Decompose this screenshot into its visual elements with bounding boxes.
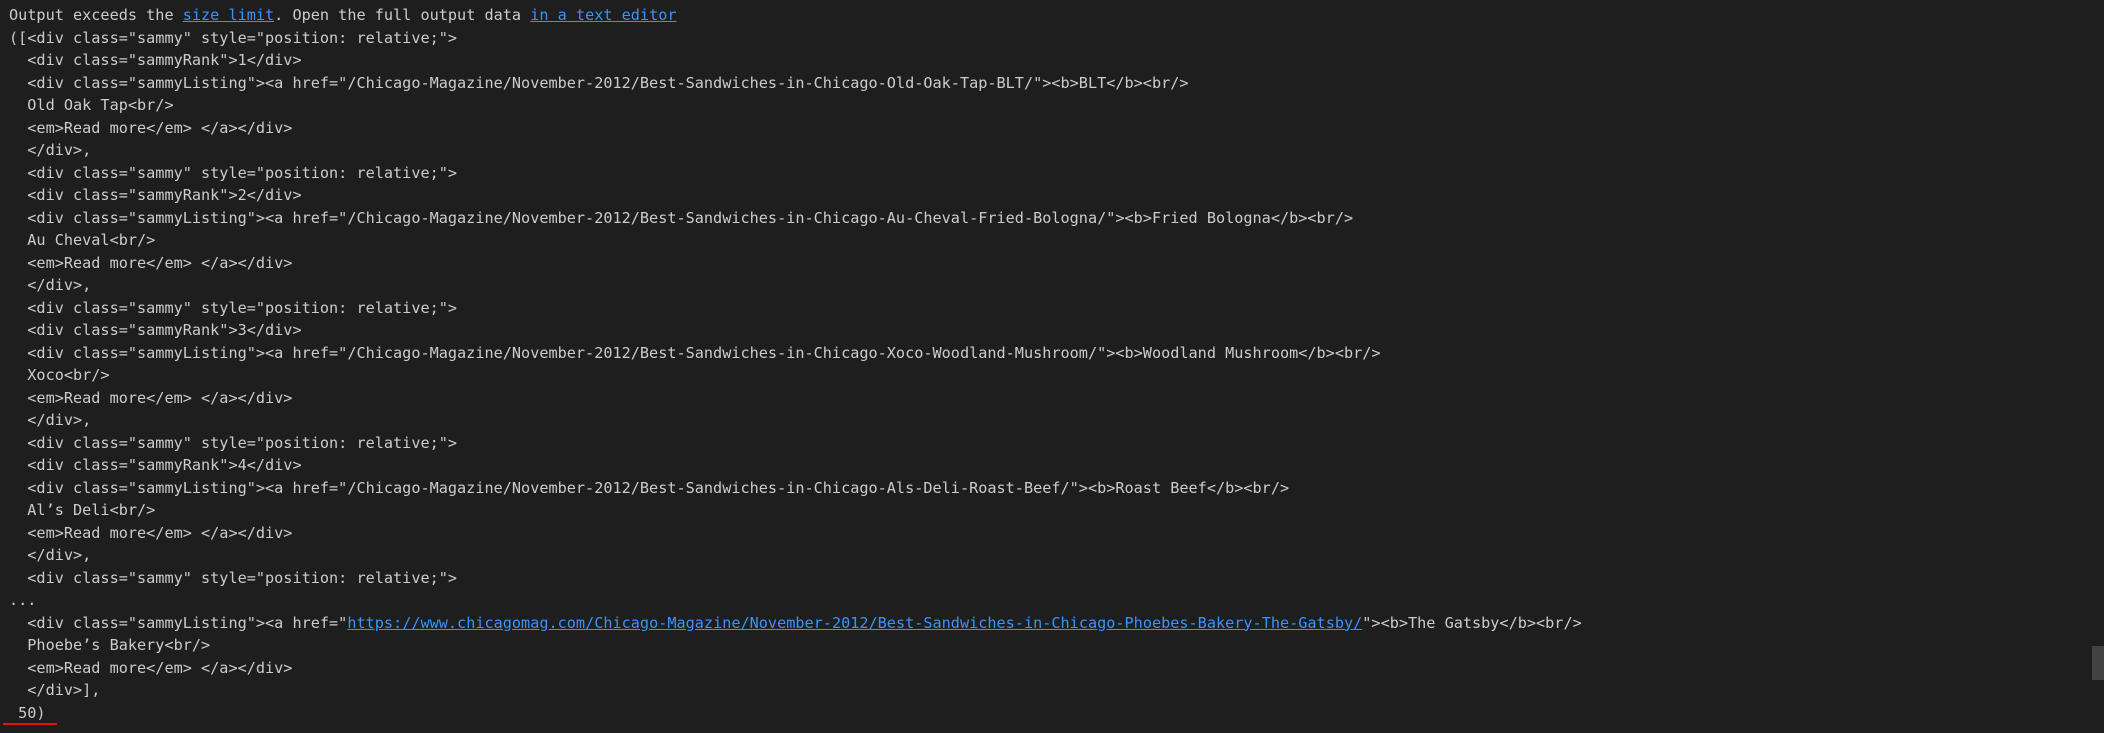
output-line: <em>Read more</em> </a></div> (9, 388, 293, 407)
notice-middle: . Open the full output data (274, 6, 531, 24)
output-line: <em>Read more</em> </a></div> (9, 118, 293, 137)
cell-output: Output exceeds the size limit. Open the … (9, 4, 2064, 724)
output-line: </div>, (9, 276, 92, 294)
output-line: <div class="sammyRank">3</div> (9, 321, 302, 339)
output-line-result-count: 50) (9, 703, 46, 722)
output-line: </div>], (9, 681, 101, 699)
output-line: Old Oak Tap<br/> (9, 96, 174, 114)
output-line: <div class="sammyListing"><a href="/Chic… (9, 208, 1354, 227)
output-line: <em>Read more</em> </a></div> (9, 523, 293, 542)
gatsby-url-link[interactable]: https://www.chicagomag.com/Chicago-Magaz… (347, 614, 1362, 632)
vertical-scrollbar[interactable] (2090, 0, 2104, 733)
red-underline-marker (3, 723, 57, 725)
output-line: ([<div class="sammy" style="position: re… (9, 28, 458, 47)
gatsby-suffix: "><b>The Gatsby</b><br/> (1362, 613, 1582, 632)
scrollbar-thumb[interactable] (2092, 646, 2104, 680)
truncation-ellipsis: ... (9, 591, 37, 609)
output-line: </div>, (9, 141, 92, 159)
output-line-gatsby: <div class="sammyListing"><a href="https… (9, 612, 2064, 635)
output-line: <div class="sammyRank">2</div> (9, 186, 302, 204)
size-limit-link[interactable]: size limit (183, 6, 274, 24)
output-line: </div>, (9, 546, 92, 564)
output-line: <div class="sammy" style="position: rela… (9, 163, 458, 182)
output-notice: Output exceeds the size limit. Open the … (9, 4, 2064, 27)
output-line: <div class="sammyListing"><a href="/Chic… (9, 73, 1189, 92)
output-line: Al’s Deli<br/> (9, 501, 156, 519)
output-line: <div class="sammyRank">4</div> (9, 456, 302, 474)
output-line: Au Cheval<br/> (9, 231, 156, 249)
output-line: <div class="sammyListing"><a href="/Chic… (9, 343, 1381, 362)
output-line: <div class="sammy" style="position: rela… (9, 433, 458, 452)
output-line: <div class="sammy" style="position: rela… (9, 298, 458, 317)
output-line: <em>Read more</em> </a></div> (9, 658, 293, 677)
output-line: Xoco<br/> (9, 366, 110, 384)
output-line: Phoebe’s Bakery<br/> (9, 636, 211, 654)
gatsby-prefix: <div class="sammyListing"><a href=" (9, 613, 348, 632)
output-line: <div class="sammy" style="position: rela… (9, 568, 458, 587)
notice-prefix: Output exceeds the (9, 6, 183, 24)
output-line: <div class="sammyListing"><a href="/Chic… (9, 478, 1290, 497)
output-line: <em>Read more</em> </a></div> (9, 253, 293, 272)
output-line: </div>, (9, 411, 92, 429)
open-in-text-editor-link[interactable]: in a text editor (530, 6, 676, 24)
output-line: <div class="sammyRank">1</div> (9, 51, 302, 69)
